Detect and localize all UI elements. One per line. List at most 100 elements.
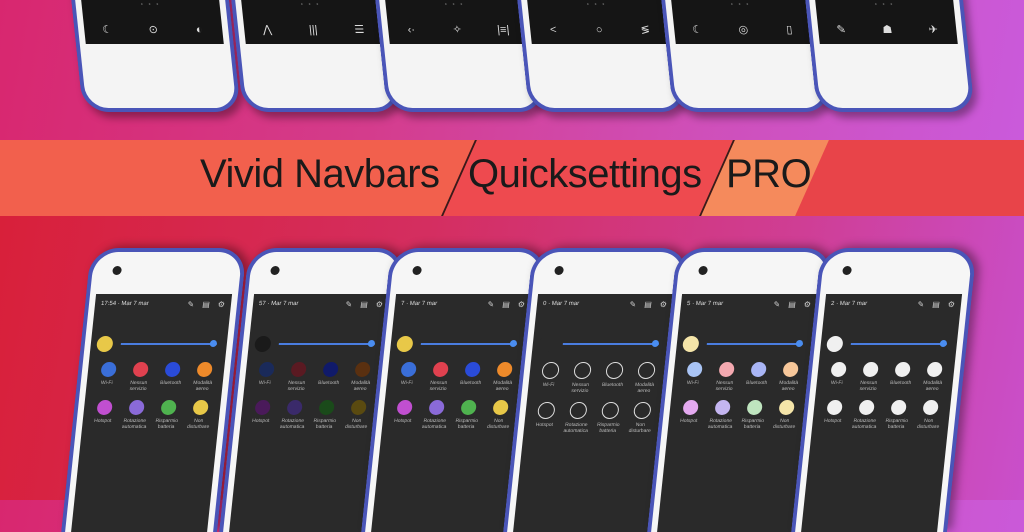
- battery-icon[interactable]: ▤: [360, 300, 369, 309]
- quicksettings-tile[interactable]: Modalità aereo: [186, 362, 221, 394]
- quicksettings-tile[interactable]: Modalità aereo: [772, 362, 807, 394]
- quicksettings-tile[interactable]: Modalità aereo: [344, 362, 379, 394]
- settings-icon[interactable]: ⚙: [517, 300, 525, 309]
- quicksettings-tile[interactable]: Modalità aereo: [627, 362, 663, 396]
- quicksettings-tile[interactable]: Risparmio batteria: [880, 400, 915, 432]
- airplane-icon: [495, 362, 513, 377]
- settings-icon[interactable]: ⚙: [217, 300, 225, 309]
- quicksettings-tile[interactable]: Hotspot: [244, 400, 279, 432]
- recents-icon[interactable]: |≡|: [496, 24, 511, 36]
- quicksettings-tile[interactable]: Modalità aereo: [916, 362, 951, 394]
- slider-knob[interactable]: [509, 340, 518, 347]
- recents-icon[interactable]: ▯: [782, 23, 797, 36]
- quicksettings-tile[interactable]: Nessun servizio: [852, 362, 887, 394]
- edit-icon[interactable]: ✎: [345, 300, 353, 309]
- quicksettings-tile[interactable]: Nessun servizio: [422, 362, 457, 394]
- slider-knob[interactable]: [939, 340, 948, 347]
- quicksettings-tile[interactable]: Hotspot: [816, 400, 851, 432]
- quicksettings-tile[interactable]: Bluetooth: [884, 362, 919, 394]
- quicksettings-tile[interactable]: Non disturbare: [340, 400, 375, 432]
- quicksettings-tile[interactable]: Rotazione automatica: [276, 400, 311, 432]
- quicksettings-tile[interactable]: Risparmio batteria: [150, 400, 185, 432]
- brightness-slider[interactable]: [247, 332, 386, 360]
- slider-knob[interactable]: [795, 340, 804, 347]
- edit-icon[interactable]: ✎: [487, 300, 495, 309]
- brightness-icon: [681, 336, 700, 352]
- brightness-slider[interactable]: [819, 332, 958, 360]
- quicksettings-tile[interactable]: Nessun servizio: [563, 362, 599, 396]
- slider-knob[interactable]: [651, 340, 660, 347]
- quicksettings-tile[interactable]: Hotspot: [86, 400, 121, 432]
- recents-icon[interactable]: ☰: [352, 23, 367, 36]
- quicksettings-tile[interactable]: Rotazione automatica: [418, 400, 453, 432]
- settings-icon[interactable]: ⚙: [375, 300, 383, 309]
- quicksettings-tile[interactable]: Wi-Fi: [531, 362, 567, 396]
- settings-icon[interactable]: ⚙: [803, 300, 811, 309]
- back-icon[interactable]: <: [546, 24, 561, 36]
- battery-icon[interactable]: ▤: [502, 300, 511, 309]
- brightness-slider[interactable]: [531, 332, 670, 360]
- quicksettings-tile[interactable]: Bluetooth: [154, 362, 189, 394]
- settings-icon[interactable]: ⚙: [947, 300, 955, 309]
- quicksettings-tile[interactable]: Rotazione automatica: [704, 400, 739, 432]
- quicksettings-tile[interactable]: Rotazione automatica: [118, 400, 153, 432]
- status-actions: ✎ ▤ ⚙: [487, 300, 525, 309]
- brightness-slider[interactable]: [675, 332, 814, 360]
- quicksettings-tile[interactable]: Modalità aereo: [486, 362, 521, 394]
- quicksettings-tile[interactable]: Nessun servizio: [280, 362, 315, 394]
- quicksettings-tile[interactable]: Bluetooth: [312, 362, 347, 394]
- tile-label: Bluetooth: [159, 380, 182, 386]
- brightness-slider[interactable]: [389, 332, 528, 360]
- quicksettings-tile[interactable]: Hotspot: [386, 400, 421, 432]
- slider-knob[interactable]: [209, 340, 218, 347]
- battery-icon[interactable]: ▤: [788, 300, 797, 309]
- back-icon[interactable]: ✎: [834, 23, 849, 36]
- home-icon[interactable]: ☗: [880, 23, 895, 36]
- battery-icon[interactable]: ▤: [932, 300, 941, 309]
- quicksettings-tile[interactable]: Nessun servizio: [122, 362, 157, 394]
- back-icon[interactable]: ‹·: [404, 24, 419, 36]
- edit-icon[interactable]: ✎: [773, 300, 781, 309]
- recents-icon[interactable]: ✈: [926, 23, 941, 36]
- quicksettings-tile[interactable]: Hotspot: [672, 400, 707, 432]
- home-icon[interactable]: ⊙: [146, 23, 161, 36]
- quicksettings-tile[interactable]: Non disturbare: [623, 402, 659, 436]
- quicksettings-tile[interactable]: Wi-Fi: [820, 362, 855, 394]
- slider-knob[interactable]: [367, 340, 376, 347]
- quicksettings-tile[interactable]: Wi-Fi: [90, 362, 125, 394]
- quicksettings-tile[interactable]: Risparmio batteria: [450, 400, 485, 432]
- quicksettings-tile[interactable]: Bluetooth: [454, 362, 489, 394]
- edit-icon[interactable]: ✎: [187, 300, 195, 309]
- brightness-slider[interactable]: [89, 332, 228, 360]
- settings-icon[interactable]: ⚙: [659, 300, 667, 309]
- quicksettings-tile[interactable]: Bluetooth: [740, 362, 775, 394]
- back-icon[interactable]: ☾: [100, 23, 115, 36]
- quicksettings-tile[interactable]: Risparmio batteria: [736, 400, 771, 432]
- quicksettings-tile[interactable]: Non disturbare: [912, 400, 947, 432]
- back-icon[interactable]: ☾: [690, 23, 705, 36]
- quicksettings-tile[interactable]: Rotazione automatica: [559, 402, 595, 436]
- quicksettings-tile[interactable]: Non disturbare: [768, 400, 803, 432]
- quicksettings-tile[interactable]: Wi-Fi: [390, 362, 425, 394]
- home-icon[interactable]: ◎: [736, 23, 751, 36]
- quicksettings-tile[interactable]: Non disturbare: [182, 400, 217, 432]
- battery-icon[interactable]: ▤: [644, 300, 653, 309]
- recents-icon[interactable]: ≶: [638, 23, 653, 36]
- quicksettings-tile[interactable]: Wi-Fi: [676, 362, 711, 394]
- recents-icon[interactable]: ◐: [192, 24, 207, 36]
- home-icon[interactable]: ✧: [450, 23, 465, 36]
- quicksettings-tile[interactable]: Hotspot: [527, 402, 563, 436]
- home-icon[interactable]: |||: [306, 24, 321, 36]
- quicksettings-tile[interactable]: Risparmio batteria: [308, 400, 343, 432]
- quicksettings-tile[interactable]: Bluetooth: [595, 362, 631, 396]
- home-icon[interactable]: ○: [592, 24, 607, 36]
- quicksettings-tile[interactable]: Rotazione automatica: [848, 400, 883, 432]
- edit-icon[interactable]: ✎: [917, 300, 925, 309]
- quicksettings-tile[interactable]: Non disturbare: [482, 400, 517, 432]
- battery-icon[interactable]: ▤: [202, 300, 211, 309]
- quicksettings-tile[interactable]: Wi-Fi: [248, 362, 283, 394]
- back-icon[interactable]: ⋀: [260, 23, 275, 36]
- quicksettings-tile[interactable]: Nessun servizio: [708, 362, 743, 394]
- quicksettings-tile[interactable]: Risparmio batteria: [591, 402, 627, 436]
- edit-icon[interactable]: ✎: [629, 300, 637, 309]
